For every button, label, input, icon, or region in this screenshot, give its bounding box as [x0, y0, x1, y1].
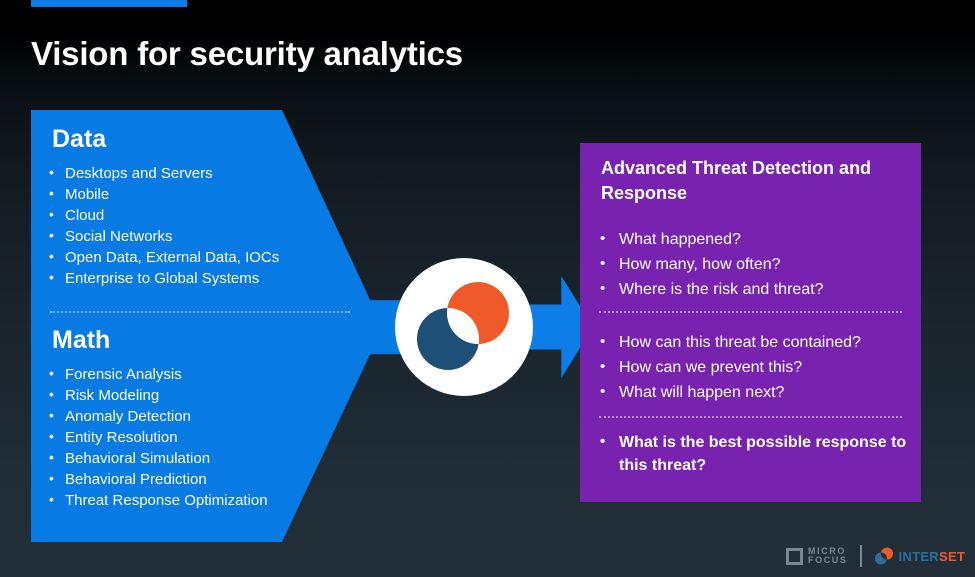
list-item: Threat Response Optimization — [49, 489, 268, 511]
question-list-secondary: How can this threat be contained? How ca… — [598, 329, 861, 405]
left-panel-divider — [50, 311, 350, 313]
interset-word-part-1: INTER — [898, 548, 939, 564]
list-item: Risk Modeling — [49, 384, 268, 406]
list-item: Anomaly Detection — [49, 405, 268, 427]
list-item: How many, how often? — [598, 251, 824, 277]
list-item: Forensic Analysis — [49, 363, 268, 385]
list-item: How can this threat be contained? — [598, 329, 861, 355]
page-title: Vision for security analytics — [31, 35, 463, 72]
list-item: What happened? — [598, 226, 824, 252]
list-item: Enterprise to Global Systems — [49, 267, 279, 289]
footer-logo-group: MICRO FOCUS INTERSET — [786, 543, 965, 569]
micro-focus-logo: MICRO FOCUS — [786, 547, 848, 565]
interset-word-part-2: SET — [939, 548, 966, 564]
interset-wordmark: INTERSET — [899, 549, 966, 564]
micro-focus-line-2: FOCUS — [808, 555, 848, 565]
list-item: Entity Resolution — [49, 426, 268, 448]
list-item: Behavioral Prediction — [49, 468, 268, 490]
top-accent-bar — [31, 0, 187, 7]
final-question: What is the best possible response to th… — [598, 430, 909, 477]
interset-circle-logo — [395, 258, 533, 396]
list-item: Mobile — [49, 183, 279, 205]
list-item: Desktops and Servers — [49, 162, 279, 184]
interset-logo: INTERSET — [874, 546, 966, 566]
list-item: What will happen next? — [598, 379, 861, 405]
right-panel-divider-lower — [599, 416, 902, 418]
list-item: Where is the risk and threat? — [598, 276, 824, 302]
micro-focus-wordmark: MICRO FOCUS — [808, 547, 848, 565]
list-item: Open Data, External Data, IOCs — [49, 246, 279, 268]
list-item: Behavioral Simulation — [49, 447, 268, 469]
slide-canvas: Vision for security analytics Data Deskt… — [0, 0, 975, 577]
interset-mark-icon — [417, 282, 509, 370]
right-panel-divider-upper — [599, 311, 902, 313]
section-heading-math: Math — [52, 326, 111, 354]
list-item: Social Networks — [49, 225, 279, 247]
data-bullet-list: Desktops and Servers Mobile Cloud Social… — [49, 162, 279, 289]
interset-mark-small-icon — [874, 547, 893, 565]
section-heading-data: Data — [52, 125, 107, 153]
math-bullet-list: Forensic Analysis Risk Modeling Anomaly … — [49, 363, 268, 511]
panel-title: Advanced Threat Detection and Response — [601, 158, 872, 203]
list-item: Cloud — [49, 204, 279, 226]
list-item: How can we prevent this? — [598, 354, 861, 380]
micro-focus-square-icon — [786, 547, 803, 565]
logo-divider — [859, 545, 862, 567]
advanced-threat-panel: Advanced Threat Detection and Response W… — [580, 143, 921, 502]
question-list-primary: What happened? How many, how often? Wher… — [598, 226, 824, 302]
